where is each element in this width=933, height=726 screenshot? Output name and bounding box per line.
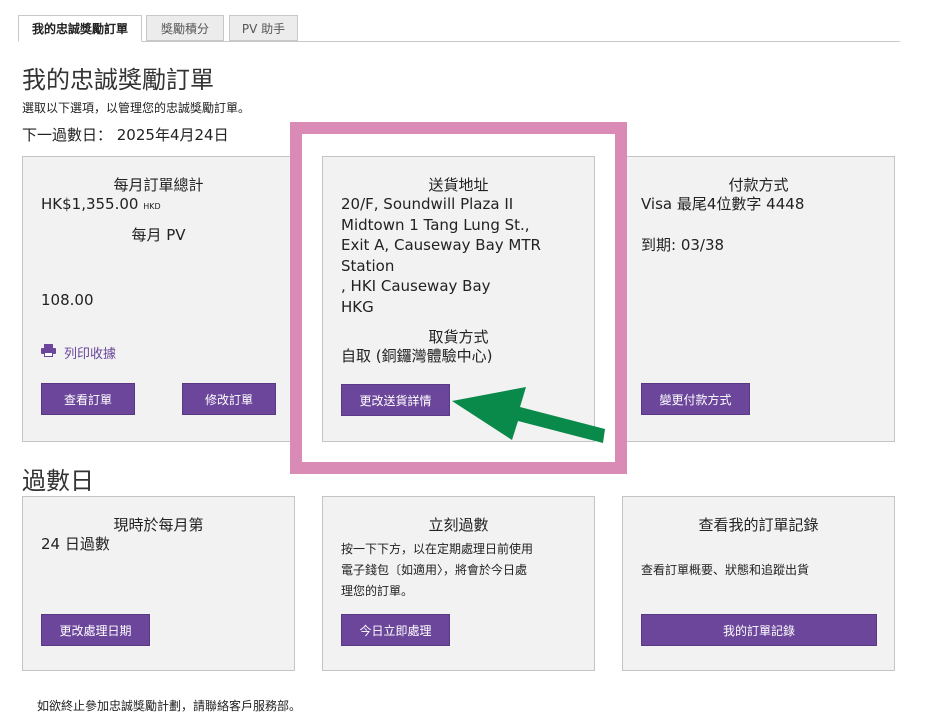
currency-code: HKD <box>143 202 161 211</box>
process-date-title: 現時於每月第 <box>113 516 204 534</box>
process-today-button[interactable]: 今日立即處理 <box>341 614 450 646</box>
pickup-method-title: 取貨方式 <box>428 328 489 346</box>
shipping-address: 20/F, Soundwill Plaza II Midtown 1 Tang … <box>341 194 541 317</box>
tab-bar-divider <box>18 41 900 42</box>
payment-title: 付款方式 <box>728 176 789 194</box>
change-shipping-button[interactable]: 更改送貨詳情 <box>341 384 450 416</box>
card-number-text: Visa 最尾4位數字 4448 <box>641 195 805 213</box>
payment-method-card: 付款方式 Visa 最尾4位數字 4448 到期: 03/38 變更付款方式 <box>622 156 895 442</box>
arrow-pointer-icon <box>452 387 605 443</box>
page-subtitle: 選取以下選項，以管理您的忠誠獎勵訂單。 <box>22 101 251 115</box>
process-date-value: 24 日過數 <box>41 535 110 553</box>
tab-pv-assistant[interactable]: PV 助手 <box>229 15 298 41</box>
address-line: Station <box>341 256 395 275</box>
description-line: 電子錢包〔如適用〉，將會於今日處 <box>341 563 528 577</box>
my-order-history-button[interactable]: 我的訂單記錄 <box>641 614 877 646</box>
process-date-card: 現時於每月第 24 日過數 更改處理日期 <box>22 496 295 671</box>
order-total-amount-row: HK$1,355.00 HKD <box>41 194 161 218</box>
address-line: Exit A, Causeway Bay MTR <box>341 236 541 254</box>
print-receipt-link[interactable]: 列印收據 <box>41 343 116 362</box>
process-now-description: 按一下下方，以在定期處理日前使用 電子錢包〔如適用〉，將會於今日處 理您的訂單。 <box>341 539 533 602</box>
order-total-title: 每月訂單總計 <box>113 176 204 194</box>
monthly-pv-label: 每月 PV <box>131 226 186 244</box>
address-line: Midtown 1 Tang Lung St., <box>341 215 530 234</box>
description-line: 按一下下方，以在定期處理日前使用 <box>341 542 534 556</box>
process-now-title: 立刻過數 <box>428 516 489 534</box>
print-receipt-label: 列印收據 <box>64 347 117 362</box>
edit-order-button[interactable]: 修改訂單 <box>182 383 276 415</box>
monthly-pv-value: 108.00 <box>41 291 94 309</box>
change-process-date-button[interactable]: 更改處理日期 <box>41 614 150 646</box>
printer-icon <box>41 344 56 361</box>
tab-reward-points[interactable]: 獎勵積分 <box>146 15 224 41</box>
footer-note: 如欲終止參加忠誠獎勵計劃，請聯絡客戶服務部。 <box>37 699 302 713</box>
change-payment-button[interactable]: 變更付款方式 <box>641 383 750 415</box>
address-line: 20/F, Soundwill Plaza II <box>341 195 514 213</box>
process-now-card: 立刻過數 按一下下方，以在定期處理日前使用 電子錢包〔如適用〉，將會於今日處 理… <box>322 496 595 671</box>
pickup-method-value: 自取 (銅鑼灣體驗中心) <box>341 347 493 365</box>
order-history-card: 查看我的訂單記錄 查看訂單概要、狀態和追蹤出貨 我的訂單記錄 <box>622 496 895 671</box>
order-history-description: 查看訂單概要、狀態和追蹤出貨 <box>641 563 810 577</box>
tab-loyalty-orders[interactable]: 我的忠誠獎勵訂單 <box>18 15 142 42</box>
order-history-title: 查看我的訂單記錄 <box>698 516 819 534</box>
section-title-process-date: 過數日 <box>22 467 94 495</box>
page-title: 我的忠誠獎勵訂單 <box>22 66 214 94</box>
view-order-button[interactable]: 查看訂單 <box>41 383 135 415</box>
card-expiry: 到期: 03/38 <box>641 236 725 254</box>
order-total-card: 每月訂單總計 HK$1,355.00 HKD 每月 PV 108.00 列印收據… <box>22 156 295 442</box>
description-line: 理您的訂單。 <box>341 584 414 598</box>
shipping-title: 送貨地址 <box>428 176 489 194</box>
order-total-amount: HK$1,355.00 <box>41 195 139 213</box>
address-line: , HKI Causeway Bay <box>341 277 491 295</box>
next-process-date: 下一過數日： 2025年4月24日 <box>22 126 229 144</box>
address-line: HKG <box>341 297 374 316</box>
